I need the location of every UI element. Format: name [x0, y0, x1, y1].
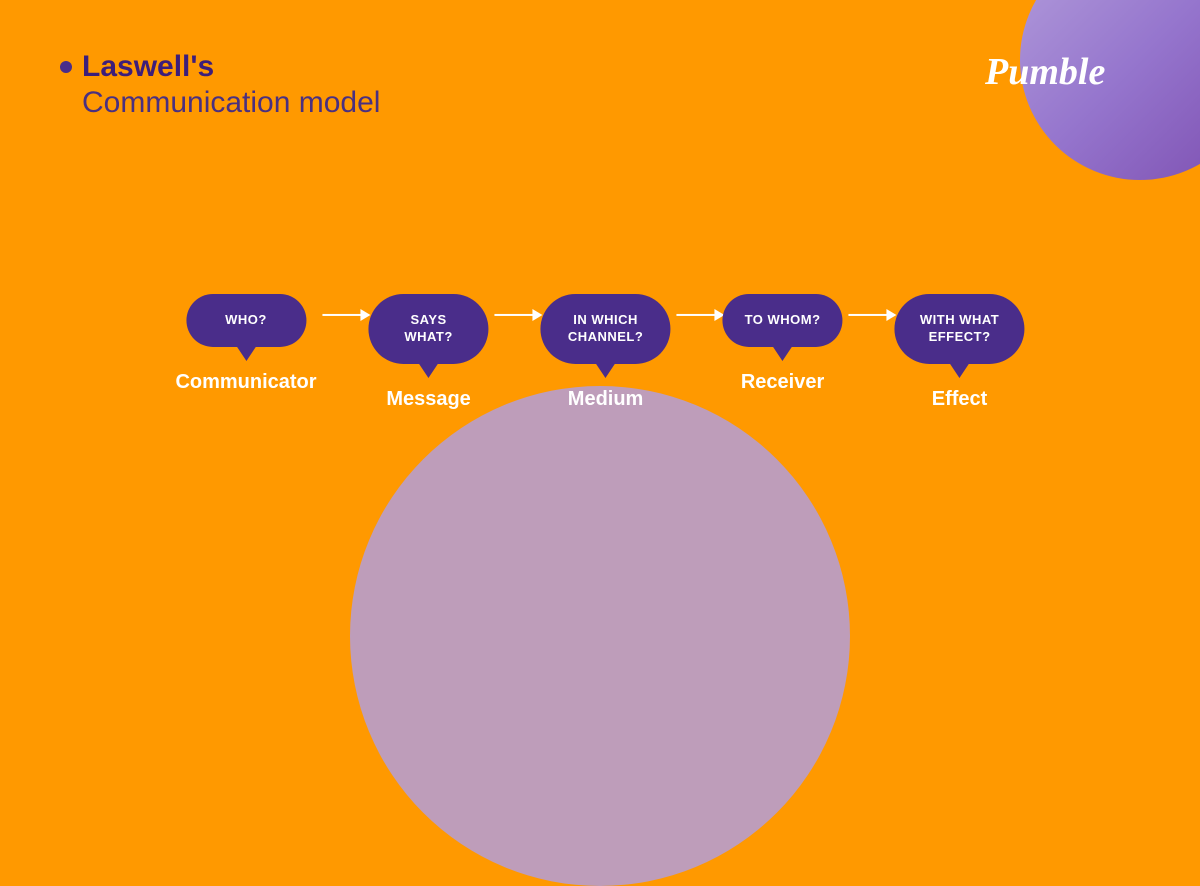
bubble-communicator: WHO? — [186, 294, 306, 347]
arrow-line-2 — [495, 314, 535, 316]
step-communicator: WHO? Communicator — [175, 294, 316, 394]
svg-text:Pumble: Pumble — [984, 51, 1105, 93]
label-effect: Effect — [932, 388, 988, 411]
arrow-2 — [489, 314, 541, 316]
label-message: Message — [386, 388, 471, 411]
step-receiver: TO WHOM? Receiver — [723, 294, 843, 394]
step-effect: WITH WHATEFFECT? Effect — [895, 294, 1025, 411]
title-bold-text: Laswell's — [82, 50, 214, 84]
title-line2-text: Communication model — [82, 86, 380, 120]
arrow-1 — [317, 314, 369, 316]
arrow-line-4 — [849, 314, 889, 316]
title-bullet — [60, 61, 72, 73]
bubble-medium: IN WHICHCHANNEL? — [541, 294, 671, 364]
arrow-line-3 — [677, 314, 717, 316]
label-medium: Medium — [568, 388, 644, 411]
label-receiver: Receiver — [741, 371, 824, 394]
step-medium: IN WHICHCHANNEL? Medium — [541, 294, 671, 411]
bubble-effect: WITH WHATEFFECT? — [895, 294, 1025, 364]
laswell-diagram: WHO? Communicator SAYS WHAT? Message IN … — [175, 294, 1024, 411]
arrow-4 — [843, 314, 895, 316]
title-line1: Laswell's — [60, 50, 380, 84]
label-communicator: Communicator — [175, 371, 316, 394]
pumble-logo: Pumble — [980, 42, 1110, 105]
title-area: Laswell's Communication model — [60, 50, 380, 120]
arrow-3 — [671, 314, 723, 316]
arrow-line-1 — [323, 314, 363, 316]
bubble-message: SAYS WHAT? — [369, 294, 489, 364]
step-message: SAYS WHAT? Message — [369, 294, 489, 411]
bubble-receiver: TO WHOM? — [723, 294, 843, 347]
decorative-circle-bottom — [350, 386, 850, 886]
